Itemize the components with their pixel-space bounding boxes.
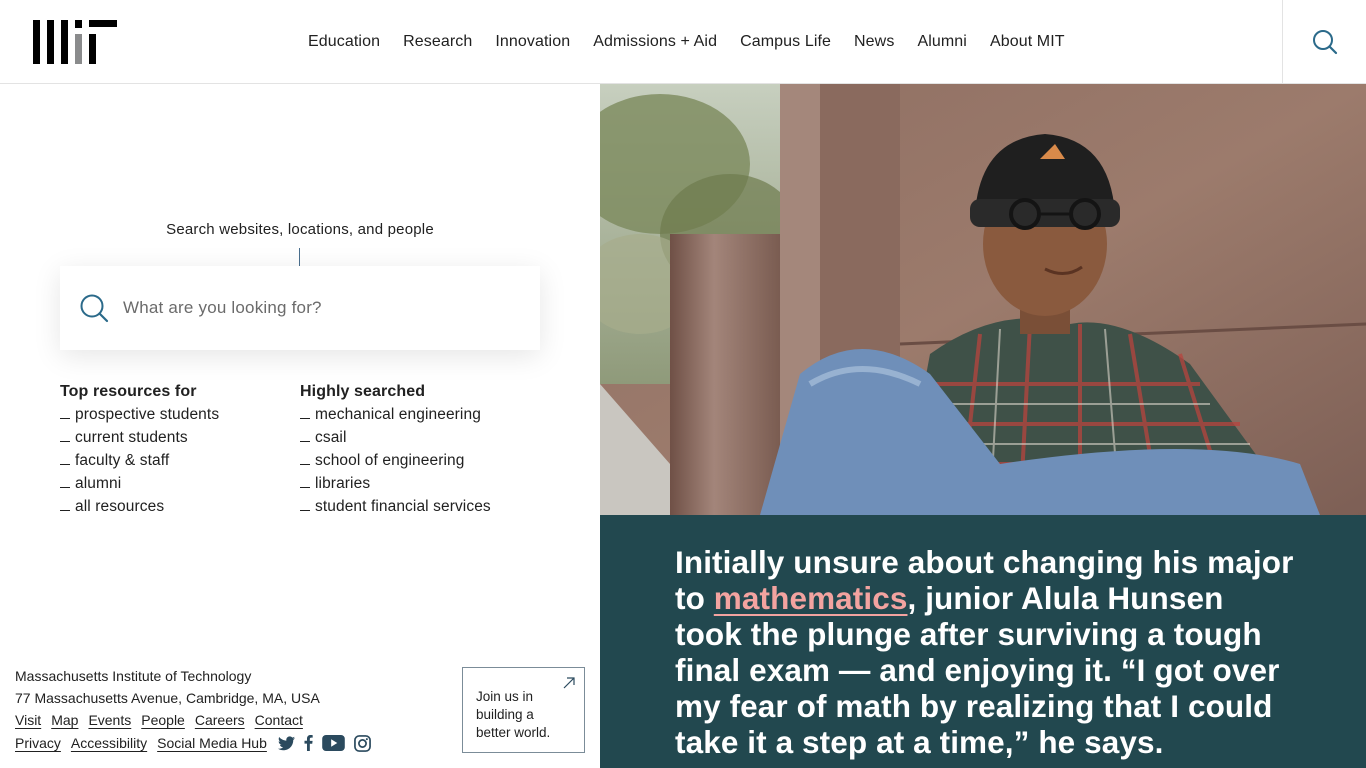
dash-icon xyxy=(60,464,70,465)
resource-link-prospective-students[interactable]: prospective students xyxy=(60,406,219,429)
story-link-mathematics[interactable]: mathematics xyxy=(714,580,908,616)
searched-link-label: school of engineering xyxy=(315,452,465,469)
search-label: Search websites, locations, and people xyxy=(166,221,434,238)
dash-icon xyxy=(300,441,310,442)
header-search-button[interactable] xyxy=(1282,0,1366,84)
institution-name: Massachusetts Institute of Technology xyxy=(15,668,252,684)
join-us-line-3: better world. xyxy=(476,725,551,740)
searched-link-student-financial-services[interactable]: student financial services xyxy=(300,498,491,521)
footer-link-careers[interactable]: Careers xyxy=(195,712,245,728)
nav-admissions-aid[interactable]: Admissions + Aid xyxy=(593,33,717,51)
searched-link-label: csail xyxy=(315,429,347,446)
dash-icon xyxy=(60,510,70,511)
main-nav: Education Research Innovation Admissions… xyxy=(308,0,1088,84)
nav-alumni[interactable]: Alumni xyxy=(917,33,967,51)
nav-about-mit[interactable]: About MIT xyxy=(990,33,1065,51)
twitter-icon[interactable] xyxy=(277,735,295,751)
highly-searched: Highly searched mechanical engineering c… xyxy=(300,383,491,521)
dash-icon xyxy=(300,418,310,419)
footer-link-privacy[interactable]: Privacy xyxy=(15,733,61,753)
search-input[interactable] xyxy=(123,292,523,324)
site-header: Education Research Innovation Admissions… xyxy=(0,0,1366,84)
resource-link-label: prospective students xyxy=(75,406,220,423)
site-footer: Massachusetts Institute of Technology 77… xyxy=(15,666,455,754)
resource-link-label: current students xyxy=(75,429,188,446)
resource-link-faculty-staff[interactable]: faculty & staff xyxy=(60,452,219,475)
search-icon xyxy=(1312,30,1337,55)
footer-link-accessibility[interactable]: Accessibility xyxy=(71,733,147,753)
instagram-icon[interactable] xyxy=(353,734,371,752)
footer-link-people[interactable]: People xyxy=(141,712,185,728)
top-resources: Top resources for prospective students c… xyxy=(60,383,219,521)
footer-link-social-media-hub[interactable]: Social Media Hub xyxy=(157,733,267,753)
searched-link-csail[interactable]: csail xyxy=(300,429,491,452)
resource-link-label: faculty & staff xyxy=(75,452,170,469)
footer-link-events[interactable]: Events xyxy=(88,712,131,728)
resource-link-current-students[interactable]: current students xyxy=(60,429,219,452)
join-us-link[interactable]: Join us in building a better world. xyxy=(462,667,585,753)
story-text: Initially unsure about changing his majo… xyxy=(675,544,1295,760)
featured-story: Initially unsure about changing his majo… xyxy=(600,515,1366,768)
searched-link-libraries[interactable]: libraries xyxy=(300,475,491,498)
mit-logo-icon xyxy=(33,20,117,64)
search-connector-line xyxy=(299,248,300,266)
nav-research[interactable]: Research xyxy=(403,33,472,51)
resource-link-all-resources[interactable]: all resources xyxy=(60,498,219,521)
search-icon xyxy=(80,294,109,323)
footer-link-map[interactable]: Map xyxy=(51,712,78,728)
resource-link-label: alumni xyxy=(75,475,122,492)
footer-link-visit[interactable]: Visit xyxy=(15,712,41,728)
resource-link-alumni[interactable]: alumni xyxy=(60,475,219,498)
nav-innovation[interactable]: Innovation xyxy=(495,33,570,51)
student-portrait-image xyxy=(600,84,1366,515)
hero-photo xyxy=(600,84,1366,515)
resource-link-label: all resources xyxy=(75,498,165,515)
highly-searched-heading: Highly searched xyxy=(300,383,426,400)
footer-link-contact[interactable]: Contact xyxy=(255,712,303,728)
searched-link-mechanical-engineering[interactable]: mechanical engineering xyxy=(300,406,491,429)
footer-links-primary: Visit Map Events People Careers Contact xyxy=(15,710,455,732)
facebook-icon[interactable] xyxy=(304,735,313,751)
nav-news[interactable]: News xyxy=(854,33,894,51)
join-us-line-1: Join us in xyxy=(476,689,534,704)
social-links xyxy=(277,734,380,752)
dash-icon xyxy=(300,510,310,511)
mit-logo[interactable] xyxy=(33,20,117,64)
dash-icon xyxy=(300,464,310,465)
searched-link-school-of-engineering[interactable]: school of engineering xyxy=(300,452,491,475)
nav-education[interactable]: Education xyxy=(308,33,380,51)
dash-icon xyxy=(60,418,70,419)
join-us-line-2: building a xyxy=(476,707,534,722)
dash-icon xyxy=(300,487,310,488)
searched-link-label: mechanical engineering xyxy=(315,406,481,423)
searched-link-label: student financial services xyxy=(315,498,491,515)
address: 77 Massachusetts Avenue, Cambridge, MA, … xyxy=(15,690,320,706)
arrow-up-right-icon xyxy=(563,677,575,689)
dash-icon xyxy=(60,441,70,442)
search-box xyxy=(60,266,540,350)
dash-icon xyxy=(60,487,70,488)
nav-campus-life[interactable]: Campus Life xyxy=(740,33,831,51)
top-resources-heading: Top resources for xyxy=(60,383,197,400)
youtube-icon[interactable] xyxy=(322,735,345,751)
footer-links-secondary: Privacy Accessibility Social Media Hub xyxy=(15,732,455,754)
searched-link-label: libraries xyxy=(315,475,371,492)
